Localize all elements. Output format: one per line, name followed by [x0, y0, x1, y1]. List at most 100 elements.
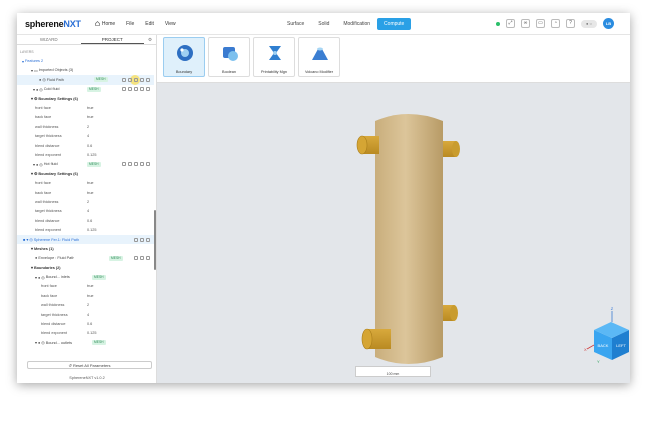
reset-all-button[interactable]: ↺ Reset All Parameters — [27, 361, 152, 369]
tree-item-hot-fluid[interactable]: ▾ ● ◎ Hot fluid MESH — [17, 160, 154, 169]
menu-view[interactable]: View — [165, 21, 176, 27]
tree-item-fluid-path[interactable]: ● ◎ Fluid Path MESH — [17, 74, 154, 85]
prop-row: wall thickness 2 — [35, 199, 90, 204]
lock-icon[interactable] — [140, 77, 144, 82]
download-icon[interactable] — [128, 87, 132, 92]
scrollbar[interactable] — [154, 210, 156, 270]
tree-item-bound-inlets[interactable]: ▾ ● ◎ Bound... inlets MESH — [17, 272, 154, 281]
mesh-badge: MESH — [92, 274, 106, 280]
lock-icon[interactable] — [140, 256, 144, 261]
tab-modification[interactable]: Modification — [336, 18, 377, 30]
theme-toggle[interactable]: ● ○ — [581, 19, 597, 28]
tree-item-boundary-settings-1[interactable]: ▾ ⚙ Boundary Settings (6) — [17, 94, 154, 103]
prop-row: wall thickness 2 — [41, 303, 90, 308]
visibility-icon[interactable] — [122, 162, 126, 167]
tree-item-boundary-settings-2[interactable]: ▾ ⚙ Boundary Settings (6) — [17, 169, 154, 178]
heat-exchanger-body[interactable] — [375, 114, 443, 364]
tree-item-imported[interactable]: ▾ ▭ Imported Objects (3) — [17, 66, 154, 75]
tree-item-cold-fluid[interactable]: ▾ ● ◎ Cold fluid MESH — [17, 85, 154, 94]
trash-icon[interactable] — [146, 77, 150, 82]
prop-row: blend exponent 0.125 — [35, 228, 97, 233]
tree-item-meshes[interactable]: ▾ Meshes (1) — [17, 244, 154, 253]
visibility-icon[interactable] — [122, 77, 126, 82]
printability-card[interactable]: Printability Mgn — [253, 37, 295, 77]
download-icon[interactable] — [140, 237, 144, 242]
boundary-icon — [177, 45, 193, 61]
trash-icon[interactable] — [146, 162, 150, 167]
axis-z-label: Z — [611, 306, 614, 311]
header-tools: ⤢ ∞ ▭ ◔ ? ● ○ LB — [496, 18, 614, 29]
row-actions — [122, 87, 150, 92]
link-icon[interactable]: ∞ — [521, 19, 530, 28]
row-actions — [134, 237, 150, 242]
download-icon[interactable] — [128, 162, 132, 167]
layers-header: LAYERS — [20, 49, 34, 54]
tab-surface[interactable]: Surface — [280, 18, 311, 30]
lock-icon[interactable] — [140, 162, 144, 167]
tree-item-envelope[interactable]: ● Envelope : Fluid Path MESH — [17, 254, 154, 263]
prop-row: blend distance 0.6 — [35, 218, 93, 223]
trash-icon[interactable] — [146, 256, 150, 261]
chat-icon[interactable]: ▭ — [536, 19, 545, 28]
layer-tree: LAYERS ▾ Features 2 ▾ ▭ Imported Objects… — [17, 47, 154, 348]
axis-y-label: Y — [597, 359, 600, 364]
visibility-icon[interactable] — [122, 87, 126, 92]
tree-item-spherene[interactable]: ■ ▾ ◎ Spherene Fer.1: Fluid Path — [17, 234, 154, 245]
boundary-card[interactable]: Boundary — [163, 37, 205, 77]
prop-row: front face true — [35, 106, 94, 111]
visibility-icon[interactable] — [134, 256, 138, 261]
gear-icon[interactable]: ⚙ — [144, 35, 156, 44]
cube-face-left: LEFT — [616, 343, 626, 348]
bell-icon[interactable]: ◔ — [551, 19, 560, 28]
prop-row: front face true — [41, 284, 94, 289]
download-icon[interactable] — [128, 77, 132, 82]
top-bar: sphereneNXT Home File Edit View Surface … — [17, 13, 630, 35]
app-window: sphereneNXT Home File Edit View Surface … — [17, 13, 630, 383]
prop-row: back face true — [35, 190, 94, 195]
printability-icon — [269, 46, 281, 60]
copy-icon[interactable] — [134, 237, 138, 242]
app-logo: sphereneNXT — [25, 18, 81, 29]
prop-row: blend distance 0.6 — [41, 322, 93, 327]
axis-x-label: X — [584, 347, 587, 352]
fullscreen-icon[interactable]: ⤢ — [506, 19, 515, 28]
model-view: BACK LEFT Z X Y — [356, 114, 629, 364]
mesh-badge: MESH — [109, 255, 123, 261]
main-menu: Home File Edit View — [95, 21, 176, 27]
lock-icon[interactable] — [140, 87, 144, 92]
tree-item-bound-outlets[interactable]: ▾ ● ◎ Bound... outlets MESH — [17, 338, 154, 347]
cube-face-back: BACK — [598, 343, 609, 348]
volcano-card[interactable]: Volcano Modifier — [298, 37, 340, 77]
settings-icon[interactable] — [134, 87, 138, 92]
row-actions — [134, 256, 150, 261]
boolean-card[interactable]: Boolean — [208, 37, 250, 77]
menu-home[interactable]: Home — [95, 21, 115, 27]
panel-tabs: WIZARD PROJECT ⚙ — [17, 35, 156, 45]
mode-tabs: Surface Solid Modification Compute — [280, 18, 412, 30]
3d-viewport[interactable]: BACK LEFT Z X Y 100 mm — [157, 83, 630, 383]
tab-solid[interactable]: Solid — [311, 18, 336, 30]
tree-item-features[interactable]: ▾ Features 2 — [17, 56, 154, 65]
help-icon[interactable]: ? — [566, 19, 575, 28]
prop-row: blend exponent 0.125 — [35, 152, 97, 157]
tab-project[interactable]: PROJECT — [80, 35, 144, 44]
prop-row: back face true — [35, 115, 94, 120]
settings-icon[interactable] — [134, 162, 138, 167]
menu-edit[interactable]: Edit — [145, 21, 154, 27]
volcano-icon — [312, 47, 328, 60]
tree-item-boundaries[interactable]: ▾ Boundaries (2) — [17, 263, 154, 272]
boolean-icon — [223, 47, 238, 61]
tab-compute[interactable]: Compute — [377, 18, 412, 30]
row-actions — [122, 162, 150, 167]
tab-wizard[interactable]: WIZARD — [17, 35, 81, 44]
mesh-badge: MESH — [94, 77, 108, 83]
prop-row: front face true — [35, 181, 94, 186]
view-cube[interactable]: BACK LEFT Z X Y — [584, 306, 629, 364]
trash-icon[interactable] — [146, 237, 150, 242]
trash-icon[interactable] — [146, 87, 150, 92]
home-icon — [95, 21, 100, 26]
settings-icon[interactable] — [134, 77, 138, 82]
row-actions — [122, 77, 150, 82]
menu-file[interactable]: File — [126, 21, 134, 27]
avatar[interactable]: LB — [603, 18, 614, 29]
